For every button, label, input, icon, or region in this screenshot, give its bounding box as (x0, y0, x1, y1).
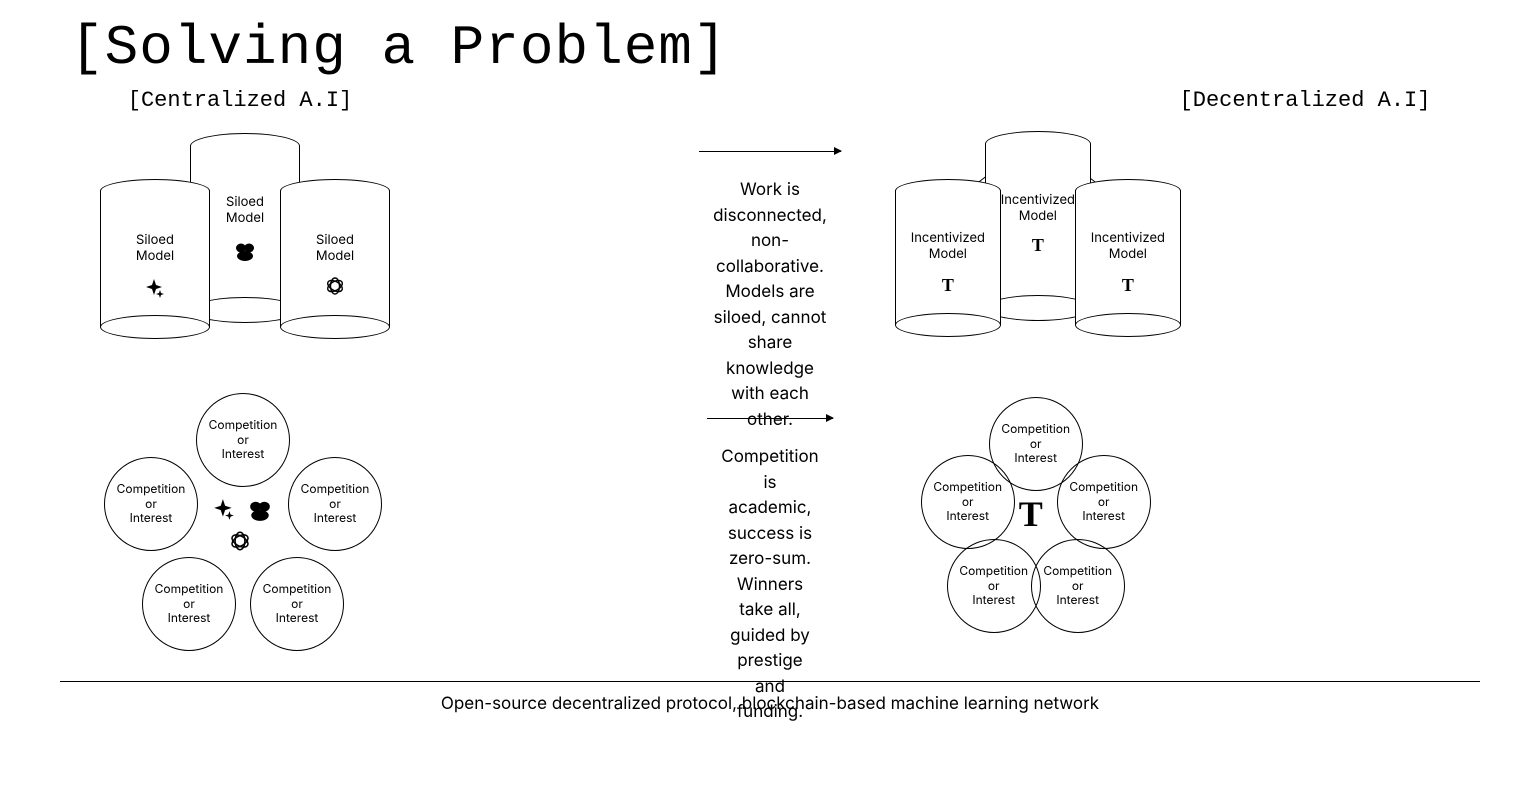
diagram-siloed-models: Siloed Model Siloed Model (60, 123, 673, 383)
diagram-competition-separated: CompetitionorInterest CompetitionorInter… (60, 389, 681, 659)
circle-competition: CompetitionorInterest (947, 539, 1041, 633)
silo-label-2: Model (100, 249, 210, 265)
circle-competition: CompetitionorInterest (142, 557, 236, 651)
incent-label-1: Incentivized (1091, 230, 1165, 246)
incent-label-2: Model (1075, 247, 1181, 263)
silo-label-1: Siloed (136, 232, 174, 248)
circle-competition: CompetitionorInterest (196, 393, 290, 487)
circle-competition: CompetitionorInterest (921, 455, 1015, 549)
row-competition: CompetitionorInterest CompetitionorInter… (60, 389, 1480, 659)
circle-competition: CompetitionorInterest (1031, 539, 1125, 633)
header-centralized: [Centralized A.I] (60, 88, 420, 113)
cylinder-silo-left: Siloed Model (100, 179, 210, 339)
circle-competition: CompetitionorInterest (104, 457, 198, 551)
circle-competition: CompetitionorInterest (288, 457, 382, 551)
dots-icon (248, 499, 272, 527)
openai-icon (228, 529, 252, 557)
diagram-competition-overlapping: CompetitionorInterest CompetitionorInter… (859, 389, 1480, 659)
page-title: [Solving a Problem] (70, 16, 1480, 80)
openai-icon (324, 275, 346, 301)
cylinder-incent-right: Incentivized Model T (1075, 179, 1181, 337)
sparkle-icon (144, 277, 166, 303)
tau-icon: T (1019, 493, 1043, 535)
header-decentralized: [Decentralized A.I] (1130, 88, 1480, 113)
incent-label-1: Incentivized (1001, 192, 1075, 208)
row2-caption: Competition is academic, success is zero… (701, 445, 838, 726)
circle-competition: CompetitionorInterest (250, 557, 344, 651)
cylinder-silo-right: Siloed Model (280, 179, 390, 339)
row2-middle: Competition is academic, success is zero… (681, 322, 858, 726)
incent-label-2: Model (895, 247, 1001, 263)
dots-icon (234, 241, 256, 267)
diagram-incentivized-models: Incentivized Model T Incentivized Model … (867, 123, 1480, 383)
silo-label-1: Siloed (316, 232, 354, 248)
tau-icon: T (1075, 275, 1181, 296)
cylinder-incent-left: Incentivized Model T (895, 179, 1001, 337)
circle-competition: CompetitionorInterest (1057, 455, 1151, 549)
arrow-right-icon (707, 418, 833, 419)
slide: [Solving a Problem] [Centralized A.I] [D… (0, 0, 1540, 714)
silo-label-1: Siloed (226, 194, 264, 210)
tau-icon: T (895, 275, 1001, 296)
footer-caption: Open-source decentralized protocol, bloc… (60, 694, 1480, 714)
silo-label-2: Model (280, 249, 390, 265)
sparkle-icon (212, 497, 236, 525)
arrow-right-icon (699, 151, 840, 152)
incent-label-1: Incentivized (911, 230, 985, 246)
